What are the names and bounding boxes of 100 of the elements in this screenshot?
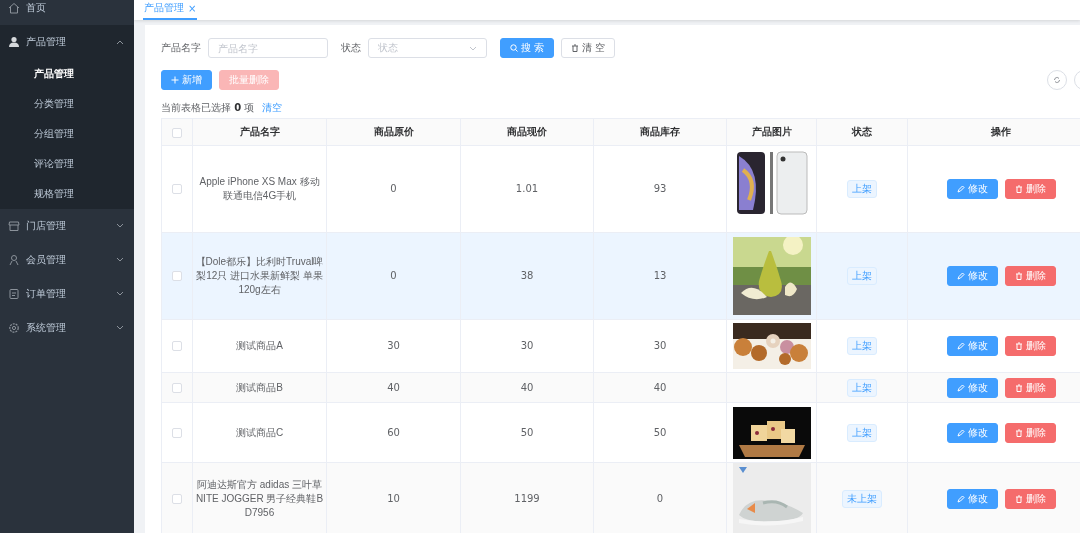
pencil-icon bbox=[956, 495, 965, 503]
status-tag: 未上架 bbox=[842, 490, 882, 508]
checkbox[interactable] bbox=[172, 271, 182, 281]
table-cell: 60 bbox=[387, 426, 400, 438]
table-cell: 38 bbox=[520, 270, 534, 281]
trash-icon bbox=[1014, 428, 1023, 437]
edit-button[interactable]: 修改 bbox=[946, 179, 998, 199]
chevron-down-icon bbox=[116, 223, 124, 229]
selection-summary: 当前表格已选择 0 项 bbox=[161, 101, 255, 115]
checkbox[interactable] bbox=[172, 184, 182, 194]
table-cell: 0 bbox=[390, 183, 397, 194]
trash-icon bbox=[1014, 495, 1023, 503]
table-row[interactable]: 测试商品B 40 40 40 上架 修改 删除 bbox=[161, 372, 1080, 403]
edit-button[interactable]: 修改 bbox=[946, 377, 998, 398]
document-icon bbox=[8, 288, 20, 300]
status-tag: 上架 bbox=[847, 267, 877, 285]
pencil-icon bbox=[956, 342, 965, 350]
pencil-icon bbox=[956, 428, 965, 437]
sidebar-item[interactable]: 门店管理 bbox=[0, 209, 134, 243]
settings-icon bbox=[8, 322, 20, 334]
column-header: 商品库存 bbox=[593, 118, 727, 146]
checkbox[interactable] bbox=[172, 127, 182, 138]
table-cell: 30 bbox=[653, 340, 667, 351]
user-icon bbox=[8, 36, 20, 48]
table-cell: 13 bbox=[653, 270, 667, 281]
search-icon bbox=[510, 44, 518, 52]
submenu-item[interactable]: 产品管理 bbox=[0, 59, 134, 89]
clear-link[interactable]: 清空 bbox=[262, 101, 283, 115]
submenu-item[interactable]: 分组管理 bbox=[0, 119, 134, 149]
table-cell: 50 bbox=[520, 426, 534, 438]
checkbox[interactable] bbox=[172, 341, 182, 351]
column-header: 商品现价 bbox=[460, 118, 594, 146]
person-icon bbox=[8, 254, 20, 266]
trash-icon bbox=[1014, 342, 1023, 350]
pencil-icon bbox=[956, 383, 965, 392]
add-button[interactable]: 新增 bbox=[161, 70, 212, 90]
table-cell: 1.01 bbox=[515, 183, 539, 194]
submenu-item[interactable]: 评论管理 bbox=[0, 149, 134, 179]
edit-button[interactable]: 修改 bbox=[946, 336, 998, 356]
table-row[interactable]: Apple iPhone XS Max 移动联通电信4G手机 0 1.01 93 上架 修改 删除 bbox=[161, 145, 1080, 233]
sidebar-item[interactable]: 会员管理 bbox=[0, 243, 134, 277]
trash-icon bbox=[1014, 383, 1023, 392]
field-label: 状态 bbox=[341, 41, 361, 55]
table-row[interactable]: 【Dole都乐】比利时Truval啤梨12只 进口水果新鲜梨 单果120g左右 0 38 13 上架 修改 删除 bbox=[161, 232, 1080, 320]
edit-button[interactable]: 修改 bbox=[946, 266, 998, 286]
table-row[interactable]: 测试商品A 30 30 30 上架 修改 删除 bbox=[161, 319, 1080, 373]
table-row[interactable]: 测试商品C 60 50 50 上架 修改 删除 bbox=[161, 402, 1080, 463]
edit-button[interactable]: 修改 bbox=[946, 422, 998, 443]
column-header: 状态 bbox=[816, 118, 908, 146]
checkbox[interactable] bbox=[172, 494, 182, 504]
submenu-item[interactable]: 规格管理 bbox=[0, 179, 134, 209]
select-field[interactable]: 状态 bbox=[368, 38, 487, 58]
field-label: 产品名字 bbox=[161, 41, 201, 55]
table-row[interactable]: 阿迪达斯官方 adidas 三叶草 NITE JOGGER 男子经典鞋BD7956 10 1199 0 未上架 修改 删除 bbox=[161, 462, 1080, 533]
status-tag: 上架 bbox=[847, 378, 877, 397]
trash-icon bbox=[1014, 185, 1023, 193]
chevron-down-icon bbox=[116, 257, 124, 263]
store-icon bbox=[8, 220, 20, 232]
table-cell: 93 bbox=[653, 183, 667, 194]
submenu-item[interactable]: 分类管理 bbox=[0, 89, 134, 119]
chevron-down-icon bbox=[116, 325, 124, 331]
table-cell: 30 bbox=[387, 340, 400, 351]
column-header: 操作 bbox=[907, 118, 1080, 146]
home-icon bbox=[8, 2, 20, 14]
sidebar-item[interactable]: 系统管理 bbox=[0, 311, 134, 345]
table-cell: 测试商品C bbox=[235, 426, 284, 438]
delete-button[interactable]: 删除 bbox=[1004, 422, 1056, 443]
checkbox[interactable] bbox=[172, 382, 182, 393]
sidebar-item[interactable]: 产品管理 bbox=[0, 25, 134, 59]
status-tag: 上架 bbox=[847, 180, 877, 198]
table-cell: 30 bbox=[520, 340, 534, 351]
plus-icon bbox=[171, 76, 179, 84]
pencil-icon bbox=[956, 272, 965, 280]
tab[interactable]: 产品管理 × bbox=[143, 0, 198, 20]
table-cell: 10 bbox=[387, 493, 400, 504]
trash-icon bbox=[1014, 272, 1023, 280]
clear-button[interactable]: 清 空 bbox=[561, 38, 616, 58]
delete-button[interactable]: 删除 bbox=[1004, 336, 1056, 356]
table-cell: 40 bbox=[520, 381, 534, 393]
table-cell: 40 bbox=[387, 381, 400, 393]
close-icon[interactable]: × bbox=[188, 2, 197, 14]
status-tag: 上架 bbox=[847, 337, 877, 355]
column-header: 产品图片 bbox=[726, 118, 817, 146]
delete-button[interactable]: 删除 bbox=[1004, 179, 1056, 199]
sidebar-item[interactable]: 首页 bbox=[0, 0, 134, 25]
table-cell: 0 bbox=[390, 270, 397, 281]
table-cell: 阿迪达斯官方 adidas 三叶草 NITE JOGGER 男子经典鞋BD7956 bbox=[195, 479, 324, 518]
refresh-icon bbox=[1053, 76, 1061, 84]
search-button[interactable]: 搜 索 bbox=[500, 38, 555, 58]
delete-button[interactable]: 删除 bbox=[1004, 377, 1056, 398]
column-header: 产品名字 bbox=[192, 118, 327, 146]
table-cell: 测试商品A bbox=[236, 340, 283, 351]
table-cell: 50 bbox=[653, 426, 667, 438]
status-tag: 上架 bbox=[847, 423, 877, 442]
delete-button[interactable]: 删除 bbox=[1004, 266, 1056, 286]
sidebar-item[interactable]: 订单管理 bbox=[0, 277, 134, 311]
table-cell: Apple iPhone XS Max 移动联通电信4G手机 bbox=[199, 176, 320, 201]
edit-button[interactable]: 修改 bbox=[946, 489, 998, 509]
delete-button[interactable]: 删除 bbox=[1004, 489, 1056, 509]
checkbox[interactable] bbox=[172, 427, 182, 438]
